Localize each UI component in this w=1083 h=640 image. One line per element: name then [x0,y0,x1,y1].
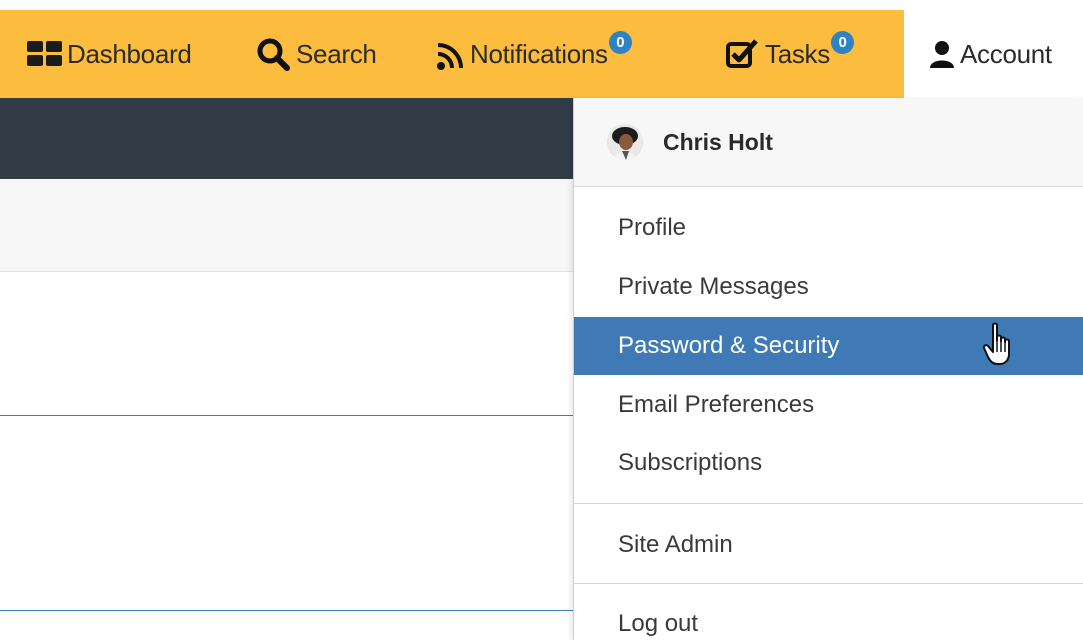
nav-notifications[interactable]: Notifications 0 [436,10,632,98]
menu-divider [574,583,1083,584]
nav-tasks[interactable]: Tasks 0 [725,10,854,98]
nav-search-label: Search [296,38,377,69]
menu-item-label: Log out [618,610,699,637]
rss-icon [436,37,466,71]
nav-dashboard-label: Dashboard [67,38,192,69]
hand-pointer-cursor-icon [982,322,1018,368]
nav-tasks-label: Tasks [765,38,830,69]
menu-item-subscriptions[interactable]: Subscriptions [574,434,1083,492]
notifications-badge: 0 [608,30,632,54]
tasks-badge: 0 [830,30,854,54]
checkbox-icon [725,38,761,70]
menu-item-email-preferences[interactable]: Email Preferences [574,376,1083,434]
search-icon [256,37,292,71]
menu-item-label: Email Preferences [618,391,815,418]
nav-search[interactable]: Search [256,10,377,98]
account-menu-header: Chris Holt [574,98,1083,187]
menu-item-label: Profile [618,214,687,241]
menu-item-label: Site Admin [618,531,733,558]
menu-divider [574,503,1083,504]
menu-item-label: Subscriptions [618,449,763,476]
dashboard-icon [27,39,63,69]
user-icon [928,39,956,69]
account-user-name: Chris Holt [663,128,773,155]
menu-item-private-messages[interactable]: Private Messages [574,258,1083,316]
avatar [607,124,643,160]
account-dropdown-menu: Chris Holt Profile Private Messages Pass… [573,98,1083,640]
menu-item-label: Private Messages [618,273,809,300]
menu-item-password-security[interactable]: Password & Security [574,317,1083,375]
menu-item-profile[interactable]: Profile [574,199,1083,257]
nav-notifications-label: Notifications [470,38,608,69]
menu-item-log-out[interactable]: Log out [574,595,1083,640]
nav-account[interactable]: Account [928,10,1052,98]
nav-account-label: Account [960,38,1052,69]
menu-item-label: Password & Security [618,332,840,359]
menu-item-site-admin[interactable]: Site Admin [574,516,1083,574]
content-divider [0,610,580,611]
content-divider [0,415,580,416]
nav-dashboard[interactable]: Dashboard [27,10,192,98]
